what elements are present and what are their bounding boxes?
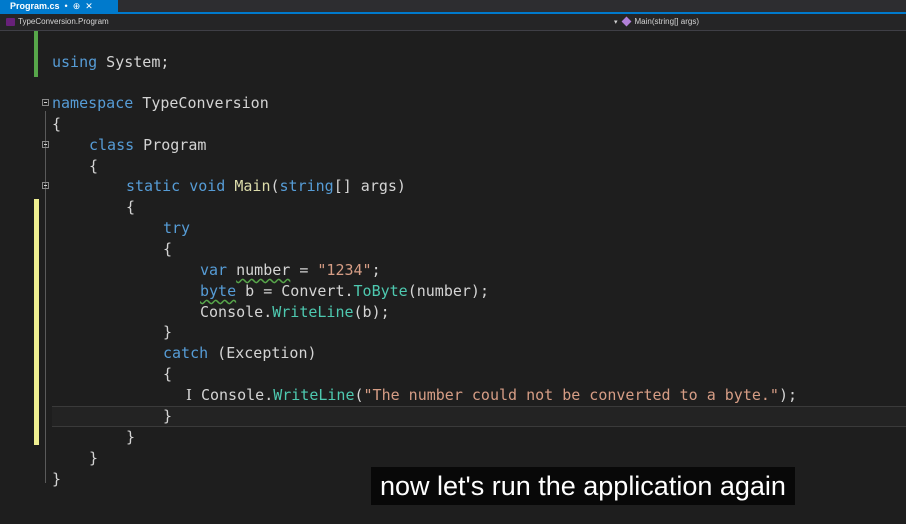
close-icon[interactable]: ✕ bbox=[85, 1, 93, 12]
code-line-namespace: namespace TypeConversion bbox=[52, 94, 269, 112]
code-line-byte-convert: byte b = Convert.ToByte(number); bbox=[200, 282, 489, 300]
tab-program-cs[interactable]: Program.cs • ⊕ ✕ bbox=[0, 0, 118, 12]
tab-title: Program.cs bbox=[10, 1, 60, 11]
pin-icon[interactable]: ⊕ bbox=[73, 1, 81, 12]
member-dropdown-label: Main(string[] args) bbox=[634, 17, 699, 26]
code-line-class: class Program bbox=[89, 136, 207, 154]
current-line-highlight bbox=[52, 406, 906, 427]
code-line-brace: { bbox=[52, 115, 62, 133]
code-line-brace: } bbox=[126, 428, 136, 446]
code-line-writeline-b: Console.WriteLine(b); bbox=[200, 303, 390, 321]
code-line-brace: { bbox=[89, 157, 99, 175]
code-line-catch: catch (Exception) bbox=[163, 344, 317, 362]
code-line-using: using System; bbox=[52, 53, 170, 71]
outline-guide bbox=[45, 111, 46, 483]
code-line-brace: } bbox=[163, 407, 173, 425]
code-line-brace: { bbox=[126, 198, 136, 216]
navigation-bar: TypeConversion.Program ▾ Main(string[] a… bbox=[0, 14, 906, 31]
csharp-class-icon bbox=[6, 17, 15, 26]
code-line-brace: { bbox=[163, 365, 173, 383]
type-dropdown[interactable]: TypeConversion.Program bbox=[6, 17, 109, 26]
member-dropdown[interactable]: ▾ Main(string[] args) bbox=[614, 16, 699, 27]
collapse-class-icon[interactable] bbox=[42, 141, 49, 148]
method-icon bbox=[621, 16, 631, 27]
unsaved-change-marker bbox=[34, 199, 39, 445]
chevron-down-icon: ▾ bbox=[614, 18, 618, 26]
code-line-try: try bbox=[163, 219, 191, 237]
code-line-brace: { bbox=[163, 240, 173, 258]
code-line-writeline-message: I Console.WriteLine("The number could no… bbox=[186, 386, 798, 404]
type-dropdown-label: TypeConversion.Program bbox=[18, 17, 109, 26]
modified-indicator-icon: • bbox=[64, 1, 68, 11]
code-line-var-number: var number = "1234"; bbox=[200, 261, 381, 279]
code-line-main: static void Main(string[] args) bbox=[126, 177, 406, 195]
collapse-method-icon[interactable] bbox=[42, 182, 49, 189]
document-tab-strip: Program.cs • ⊕ ✕ bbox=[0, 0, 906, 14]
code-line-brace: } bbox=[52, 470, 62, 488]
code-line-brace: } bbox=[163, 323, 173, 341]
code-line-brace: } bbox=[89, 449, 99, 467]
saved-change-marker bbox=[34, 31, 38, 77]
code-editor[interactable]: using System; namespace TypeConversion {… bbox=[0, 31, 906, 524]
video-caption: now let's run the application again bbox=[371, 467, 795, 505]
collapse-namespace-icon[interactable] bbox=[42, 99, 49, 106]
